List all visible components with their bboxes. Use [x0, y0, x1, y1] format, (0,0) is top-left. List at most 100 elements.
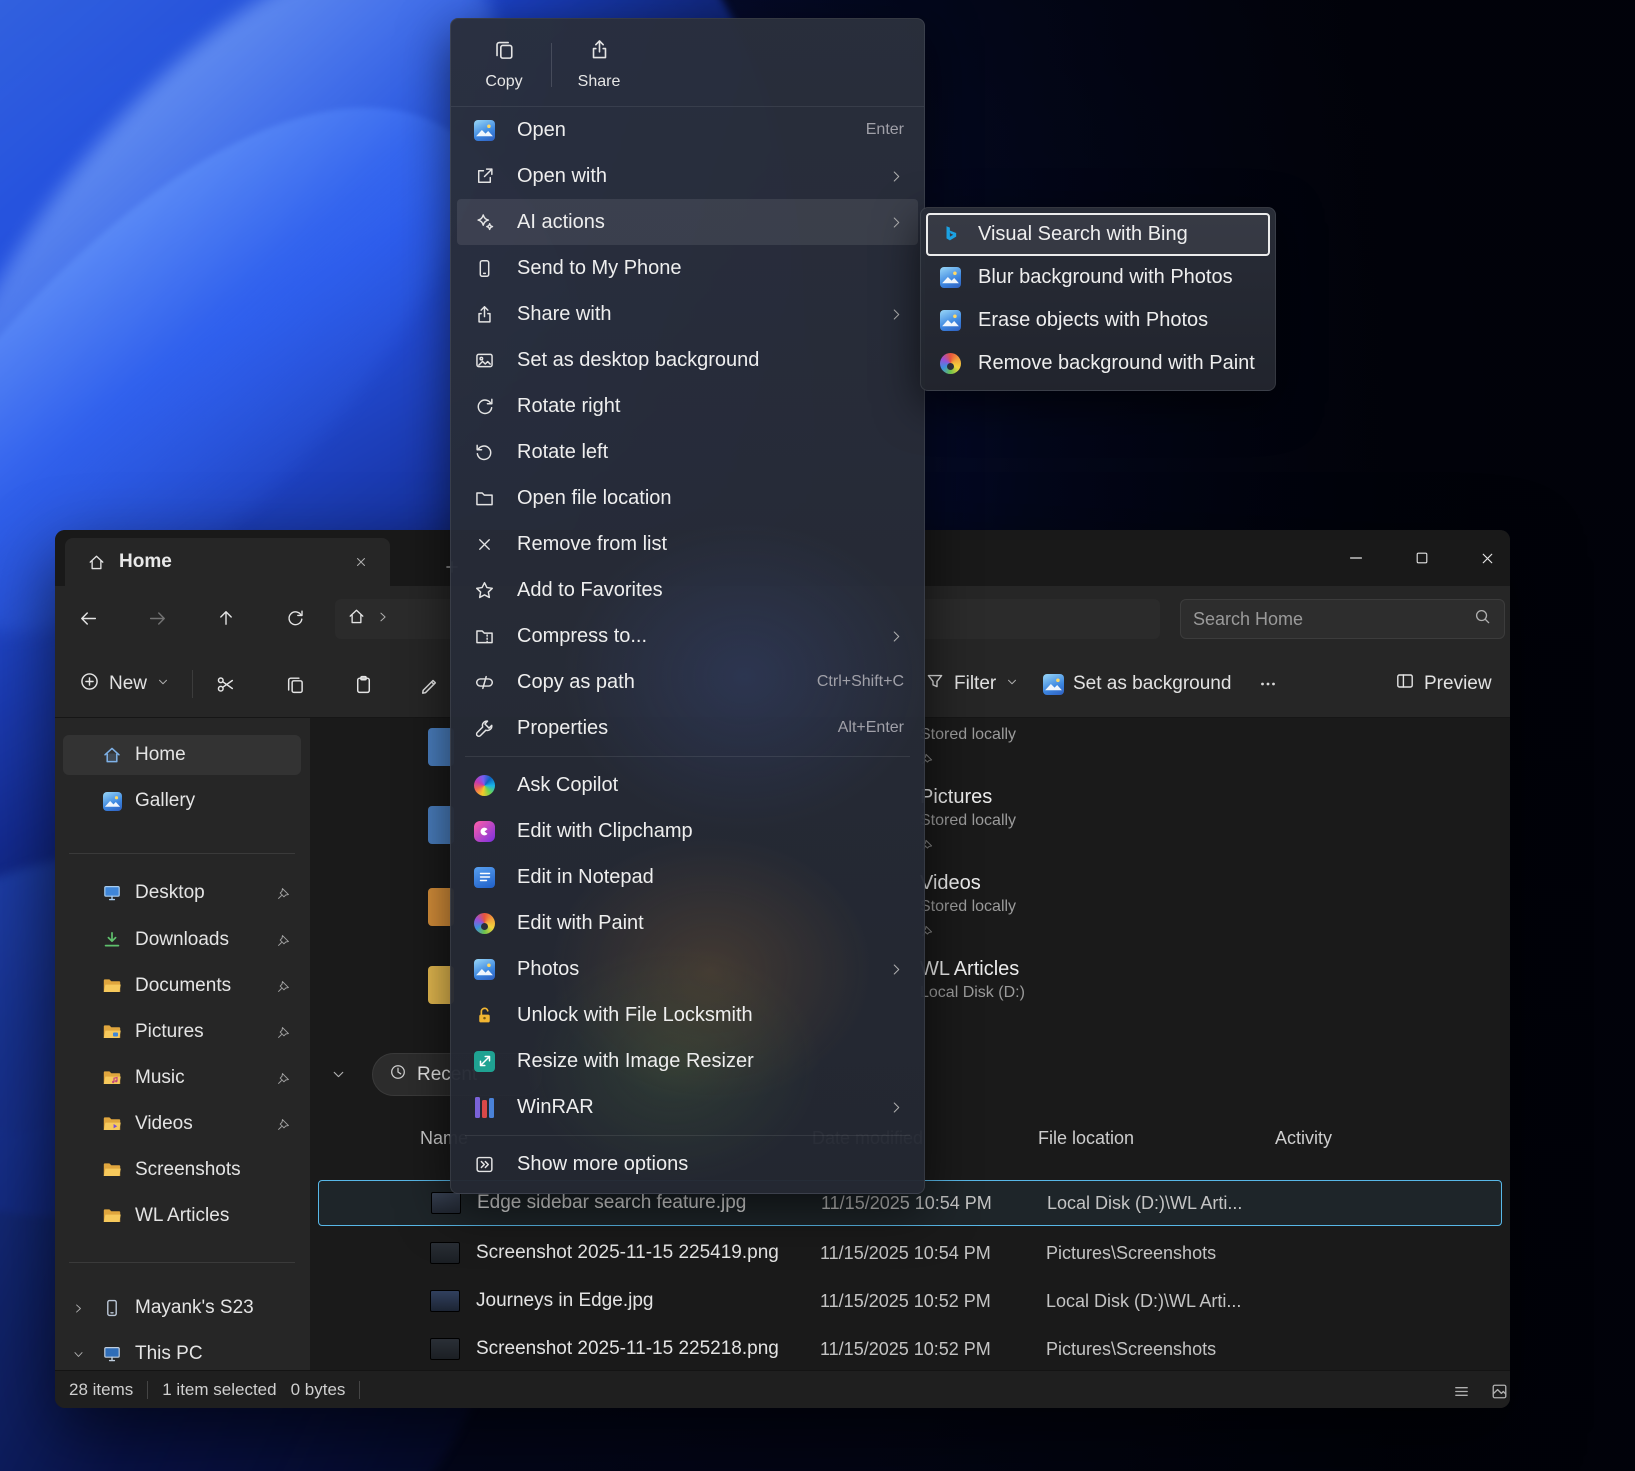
preview-button-label: Preview — [1424, 673, 1492, 695]
cut-button[interactable] — [204, 663, 246, 705]
submenu-item-visual-search-bing[interactable]: Visual Search with Bing — [926, 213, 1270, 256]
show-more-icon — [473, 1153, 496, 1176]
image-resizer-icon — [473, 1050, 496, 1073]
chevron-right-icon[interactable] — [69, 1299, 87, 1317]
file-thumbnail — [430, 1290, 460, 1312]
menu-item-unlock-file-locksmith[interactable]: Unlock with File Locksmith — [457, 992, 918, 1038]
videos-folder-icon — [101, 1113, 123, 1135]
search-box[interactable] — [1180, 599, 1505, 639]
new-button[interactable]: New — [69, 663, 180, 705]
pinned-card-wl-articles[interactable]: WL Articles Local Disk (D:) — [920, 958, 1220, 1004]
sidebar-item-screenshots[interactable]: Screenshots — [63, 1150, 301, 1190]
sidebar-item-desktop[interactable]: Desktop — [63, 873, 301, 913]
sidebar-item-documents[interactable]: Documents — [63, 966, 301, 1006]
preview-button[interactable]: Preview — [1385, 663, 1502, 705]
file-row[interactable]: Journeys in Edge.jpg 11/15/2025 10:52 PM… — [318, 1278, 1502, 1324]
breadcrumb-home-icon[interactable] — [347, 607, 366, 631]
menu-item-open-file-location[interactable]: Open file location — [457, 475, 918, 521]
search-input[interactable] — [1193, 609, 1473, 630]
clock-icon — [389, 1063, 407, 1087]
thumbnail-view-button[interactable] — [1483, 1378, 1510, 1404]
sidebar-item-label: Screenshots — [135, 1159, 241, 1181]
paint-palette-icon — [473, 912, 496, 935]
menu-item-properties[interactable]: Properties Alt+Enter — [457, 705, 918, 751]
chevron-down-icon[interactable] — [69, 1345, 87, 1363]
file-date: 11/15/2025 10:52 PM — [820, 1291, 991, 1312]
up-button[interactable] — [205, 597, 247, 639]
item-count: 28 items — [69, 1380, 133, 1400]
rename-button[interactable] — [409, 663, 451, 705]
menu-item-ask-copilot[interactable]: Ask Copilot — [457, 762, 918, 808]
details-view-button[interactable] — [1445, 1378, 1477, 1404]
minimize-button[interactable] — [1333, 538, 1379, 578]
chevron-down-icon — [1005, 673, 1019, 695]
menu-item-open-with[interactable]: Open with — [457, 153, 918, 199]
tab-home[interactable]: Home — [65, 538, 390, 586]
section-collapse-chevron-icon[interactable] — [328, 1064, 348, 1084]
sidebar-item-pictures[interactable]: Pictures — [63, 1012, 301, 1052]
menu-item-set-desktop-background[interactable]: Set as desktop background — [457, 337, 918, 383]
sidebar-item-phone-device[interactable]: Mayank's S23 — [63, 1288, 301, 1328]
file-thumbnail — [430, 1338, 460, 1360]
menu-item-rotate-left[interactable]: Rotate left — [457, 429, 918, 475]
sidebar-item-home[interactable]: Home — [63, 735, 301, 775]
sidebar-item-videos[interactable]: Videos — [63, 1104, 301, 1144]
menu-item-resize-image-resizer[interactable]: Resize with Image Resizer — [457, 1038, 918, 1084]
column-header-activity[interactable]: Activity — [1275, 1128, 1332, 1149]
file-location: Pictures\Screenshots — [1046, 1339, 1216, 1360]
copy-path-icon — [473, 671, 496, 694]
menu-item-edit-with-clipchamp[interactable]: Edit with Clipchamp — [457, 808, 918, 854]
pinned-card[interactable]: Stored locally — [920, 718, 1220, 771]
forward-button[interactable] — [136, 597, 178, 639]
menu-item-add-to-favorites[interactable]: Add to Favorites — [457, 567, 918, 613]
see-more-button[interactable] — [1247, 663, 1289, 705]
paint-palette-icon — [939, 352, 962, 375]
copy-quick-button[interactable]: Copy — [461, 30, 547, 100]
file-row[interactable]: Screenshot 2025-11-15 225419.png 11/15/2… — [318, 1230, 1502, 1276]
menu-item-remove-from-list[interactable]: Remove from list — [457, 521, 918, 567]
maximize-button[interactable] — [1399, 538, 1445, 578]
menu-item-edit-with-paint[interactable]: Edit with Paint — [457, 900, 918, 946]
sidebar-item-music[interactable]: Music — [63, 1058, 301, 1098]
column-header-file-location[interactable]: File location — [1038, 1128, 1134, 1149]
paste-button[interactable] — [342, 663, 384, 705]
menu-item-compress-to[interactable]: Compress to... — [457, 613, 918, 659]
copy-button[interactable] — [274, 663, 316, 705]
submenu-item-erase-objects-photos[interactable]: Erase objects with Photos — [926, 299, 1270, 342]
sidebar-item-wl-articles[interactable]: WL Articles — [63, 1196, 301, 1236]
sidebar-item-label: Downloads — [135, 929, 229, 951]
menu-item-copy-as-path[interactable]: Copy as path Ctrl+Shift+C — [457, 659, 918, 705]
share-quick-label: Share — [578, 73, 621, 91]
sidebar-item-label: Desktop — [135, 882, 205, 904]
file-name: Screenshot 2025-11-15 225419.png — [476, 1242, 779, 1264]
set-as-background-button[interactable]: Set as background — [1033, 663, 1241, 705]
file-row[interactable]: Screenshot 2025-11-15 225218.png 11/15/2… — [318, 1326, 1502, 1370]
close-button[interactable] — [1464, 538, 1510, 578]
menu-item-share-with[interactable]: Share with — [457, 291, 918, 337]
pinned-card-videos[interactable]: Videos Stored locally — [920, 872, 1220, 943]
submenu-item-label: Remove background with Paint — [978, 352, 1255, 375]
refresh-button[interactable] — [274, 597, 316, 639]
menu-item-rotate-right[interactable]: Rotate right — [457, 383, 918, 429]
menu-item-winrar[interactable]: WinRAR — [457, 1084, 918, 1130]
menu-item-edit-in-notepad[interactable]: Edit in Notepad — [457, 854, 918, 900]
menu-item-open[interactable]: Open Enter — [457, 107, 918, 153]
menu-item-ai-actions[interactable]: AI actions — [457, 199, 918, 245]
submenu-item-blur-background-photos[interactable]: Blur background with Photos — [926, 256, 1270, 299]
menu-item-photos[interactable]: Photos — [457, 946, 918, 992]
sidebar-item-this-pc[interactable]: This PC — [63, 1334, 301, 1374]
pin-icon — [920, 752, 1220, 771]
back-button[interactable] — [67, 597, 109, 639]
pinned-card-pictures[interactable]: Pictures Stored locally — [920, 786, 1220, 857]
file-name: Journeys in Edge.jpg — [476, 1290, 653, 1312]
share-quick-button[interactable]: Share — [556, 30, 642, 100]
menu-item-show-more-options[interactable]: Show more options — [457, 1141, 918, 1187]
filter-button[interactable]: Filter — [915, 663, 1029, 705]
sidebar-separator — [69, 1262, 295, 1263]
submenu-item-remove-background-paint[interactable]: Remove background with Paint — [926, 342, 1270, 385]
sidebar-item-gallery[interactable]: Gallery — [63, 781, 301, 821]
tab-close-button[interactable] — [346, 547, 376, 577]
ai-actions-submenu: Visual Search with Bing Blur background … — [920, 207, 1276, 391]
sidebar-item-downloads[interactable]: Downloads — [63, 920, 301, 960]
menu-item-send-to-phone[interactable]: Send to My Phone — [457, 245, 918, 291]
